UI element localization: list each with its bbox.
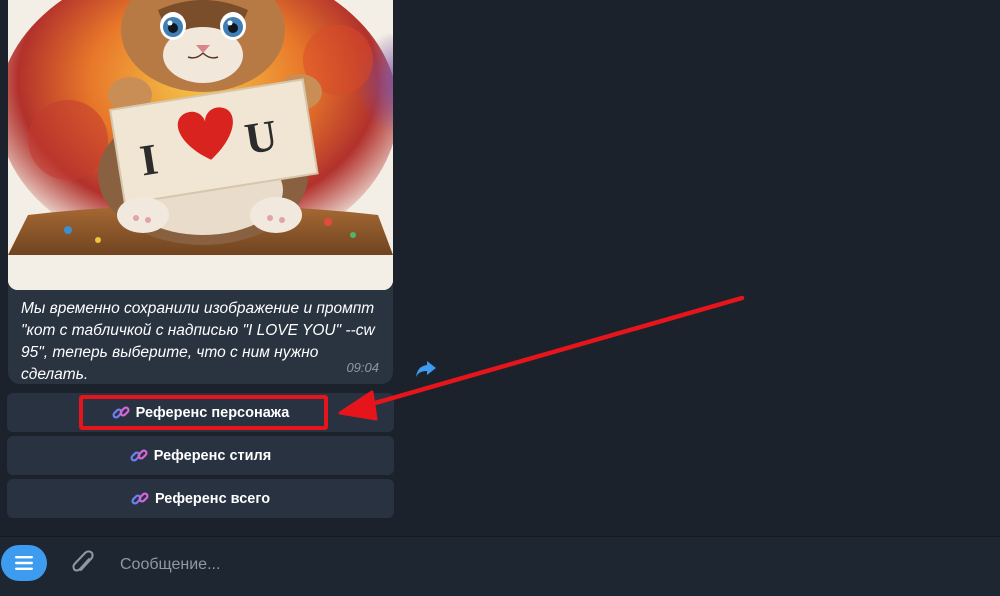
kitten-illustration: I U: [8, 0, 393, 290]
reference-character-label: Референс персонажа: [135, 404, 290, 421]
reference-character-button[interactable]: Референс персонажа: [7, 393, 394, 432]
message-input-bar: [0, 536, 1000, 596]
message-input[interactable]: [118, 550, 942, 580]
message-bubble: I U Мы временно сохранили изображение и …: [8, 0, 393, 384]
link-chain-icon: [130, 448, 148, 462]
bot-menu-button[interactable]: [1, 545, 47, 581]
share-forward-icon[interactable]: [414, 356, 438, 380]
message-image[interactable]: I U: [8, 0, 393, 290]
chat-area: I U Мы временно сохранили изображение и …: [0, 0, 1000, 536]
reference-style-button[interactable]: Референс стиля: [7, 436, 394, 475]
link-chain-icon: [112, 405, 130, 419]
attach-paperclip-icon[interactable]: [70, 549, 96, 579]
reference-all-label: Референс всего: [154, 490, 271, 507]
menu-icon: [15, 556, 33, 570]
message-time: 09:04: [346, 360, 379, 375]
reference-style-label: Референс стиля: [153, 447, 272, 464]
link-chain-icon: [131, 491, 149, 505]
reference-all-button[interactable]: Референс всего: [7, 479, 394, 518]
message-caption: Мы временно сохранили изображение и пром…: [21, 300, 375, 383]
